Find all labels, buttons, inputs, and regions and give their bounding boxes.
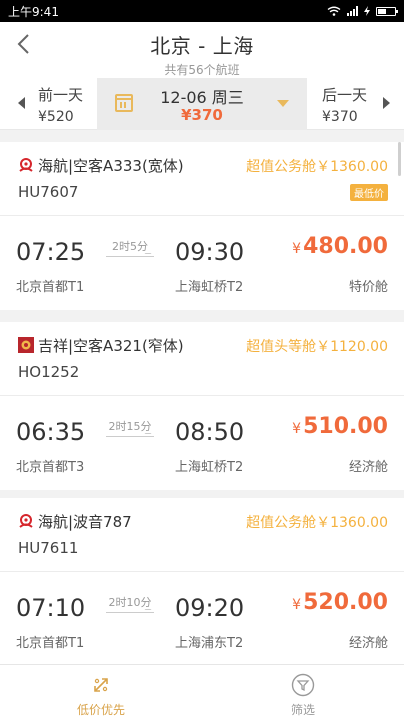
tab-filter-label: 筛选 xyxy=(290,703,315,717)
airline-aircraft: 海航|空客A333(宽体) xyxy=(38,157,184,175)
page-title: 北京 - 上海 xyxy=(150,34,254,58)
sort-price-icon xyxy=(94,678,108,692)
arrival-time: 08:50 xyxy=(175,418,245,446)
arrival-time: 09:20 xyxy=(175,594,245,622)
header: 北京 - 上海 共有56个航班 xyxy=(0,22,404,78)
flight-number: HU7607 xyxy=(18,183,79,201)
selected-date: 12-06 周三 xyxy=(160,88,244,107)
tab-filter[interactable]: 筛选 xyxy=(202,665,404,720)
flight-card[interactable]: 吉祥|空客A321(窄体) HO1252 超值头等舱￥1120.00 06:35… xyxy=(0,322,404,490)
currency-symbol: ¥ xyxy=(292,597,302,613)
promo-fare-link[interactable]: 超值公务舱￥1360.00 xyxy=(246,156,388,176)
flight-duration: 2时15分 xyxy=(108,420,152,433)
flight-count: 共有56个航班 xyxy=(164,63,240,77)
next-day-price: ¥370 xyxy=(322,109,358,125)
price-value: 520.00 xyxy=(303,590,388,615)
departure-airport: 北京首都T1 xyxy=(16,636,85,651)
selected-date-button[interactable]: 12-06 周三 ¥370 xyxy=(97,78,307,130)
departure-airport: 北京首都T3 xyxy=(16,460,85,475)
bottom-tab-bar: 低价优先 筛选 xyxy=(0,664,404,720)
flight-card-body: 06:35 2时15分 08:50 北京首都T3 上海虹桥T2 ¥510.00 … xyxy=(0,396,404,490)
flight-number: HO1252 xyxy=(18,363,80,381)
back-button[interactable] xyxy=(10,28,36,60)
status-time: 上午9:41 xyxy=(8,4,59,19)
flight-card-header: 海航|空客A333(宽体) HU7607 超值公务舱￥1360.00 最低价 xyxy=(0,142,404,216)
cabin-class: 特价舱 xyxy=(348,280,388,295)
promo-fare-link[interactable]: 超值头等舱￥1120.00 xyxy=(246,336,388,356)
currency-symbol: ¥ xyxy=(292,241,302,257)
dropdown-triangle-icon xyxy=(277,100,289,107)
flight-card-header: 吉祥|空客A321(窄体) HO1252 超值头等舱￥1120.00 xyxy=(0,322,404,396)
next-day-label: 后一天 xyxy=(322,86,368,104)
signal-icon xyxy=(347,6,358,16)
back-arrow-icon xyxy=(17,34,29,54)
scrollbar[interactable] xyxy=(398,142,401,176)
tab-lowest-price[interactable]: 低价优先 xyxy=(0,665,202,720)
selected-date-price: ¥370 xyxy=(181,106,223,124)
airline-aircraft: 吉祥|空客A321(窄体) xyxy=(38,337,184,355)
status-bar: 上午9:41 xyxy=(0,0,404,22)
arrival-airport: 上海虹桥T2 xyxy=(175,280,244,295)
promo-fare-link[interactable]: 超值公务舱￥1360.00 xyxy=(246,512,388,532)
duration-arrow-icon xyxy=(106,436,154,437)
duration-arrow-icon xyxy=(106,256,154,257)
wifi-icon xyxy=(327,6,341,16)
prev-day-arrow-icon[interactable] xyxy=(18,97,25,109)
duration-arrow-icon xyxy=(106,612,154,613)
next-day-arrow-icon[interactable] xyxy=(383,97,390,109)
flight-card-body: 07:25 2时5分 09:30 北京首都T1 上海虹桥T2 ¥480.00 特… xyxy=(0,216,404,310)
airline-aircraft: 海航|波音787 xyxy=(38,513,132,531)
juneyao-airlines-logo-icon xyxy=(18,337,34,353)
flight-card[interactable]: 海航|空客A333(宽体) HU7607 超值公务舱￥1360.00 最低价 0… xyxy=(0,142,404,310)
departure-airport: 北京首都T1 xyxy=(16,280,85,295)
flight-price: ¥480.00 xyxy=(292,234,388,259)
charging-icon xyxy=(364,6,370,16)
battery-icon xyxy=(376,6,398,16)
flight-number: HU7611 xyxy=(18,539,79,557)
departure-time: 07:25 xyxy=(16,238,86,266)
flight-card[interactable]: 海航|波音787 HU7611 超值公务舱￥1360.00 07:10 2时10… xyxy=(0,498,404,666)
price-value: 480.00 xyxy=(303,234,388,259)
arrival-airport: 上海虹桥T2 xyxy=(175,460,244,475)
flight-price: ¥510.00 xyxy=(292,414,388,439)
flight-duration: 2时10分 xyxy=(108,596,152,609)
tab-lowest-price-label: 低价优先 xyxy=(76,703,125,717)
next-day-button[interactable]: 后一天 ¥370 xyxy=(322,84,392,125)
cabin-class: 经济舱 xyxy=(348,636,388,651)
departure-time: 06:35 xyxy=(16,418,86,446)
departure-time: 07:10 xyxy=(16,594,86,622)
price-value: 510.00 xyxy=(303,414,388,439)
flight-duration: 2时5分 xyxy=(112,240,148,253)
flight-price: ¥520.00 xyxy=(292,590,388,615)
lowest-price-badge: 最低价 xyxy=(350,184,388,201)
date-selector: 前一天 ¥520 12-06 周三 ¥370 后一天 ¥370 xyxy=(0,78,404,130)
hainan-airlines-logo-icon xyxy=(19,158,33,172)
currency-symbol: ¥ xyxy=(292,421,302,437)
status-icons xyxy=(327,6,398,16)
filter-icon xyxy=(291,673,315,697)
flight-card-header: 海航|波音787 HU7611 超值公务舱￥1360.00 xyxy=(0,498,404,572)
arrival-time: 09:30 xyxy=(175,238,245,266)
flight-card-body: 07:10 2时10分 09:20 北京首都T1 上海浦东T2 ¥520.00 … xyxy=(0,572,404,666)
arrival-airport: 上海浦东T2 xyxy=(175,636,244,651)
cabin-class: 经济舱 xyxy=(348,460,388,475)
hainan-airlines-logo-icon xyxy=(19,514,33,528)
